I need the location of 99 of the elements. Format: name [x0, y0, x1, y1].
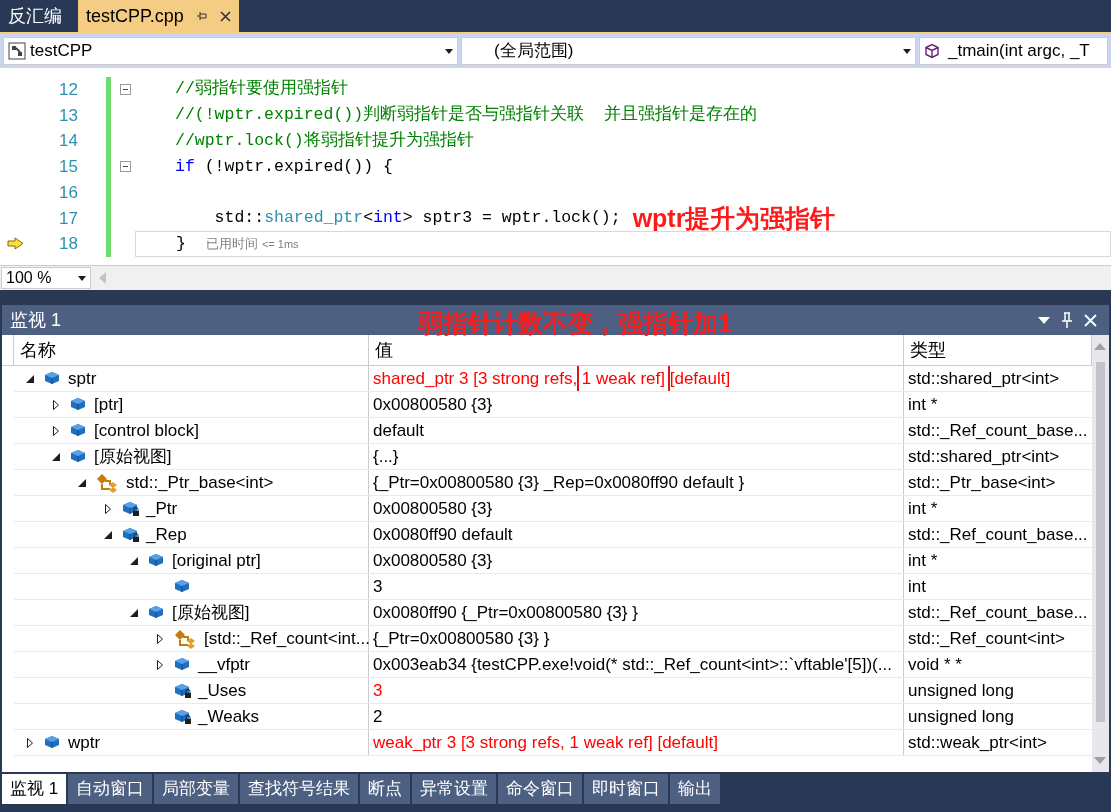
variable-name: std::_Ptr_base<int>	[126, 471, 274, 494]
collapse-box-icon[interactable]	[119, 84, 131, 96]
tool-window-tab[interactable]: 输出	[670, 774, 721, 804]
variable-name: [原始视图]	[94, 445, 172, 468]
variable-value: 0x003eab34 {testCPP.exe!void(* std::_Ref_count<int>::`vftable'[5])(...	[373, 653, 892, 676]
variable-type: unsigned long	[908, 705, 1014, 728]
variable-name: wptr	[68, 731, 101, 754]
variable-type: std::shared_ptr<int>	[908, 367, 1060, 390]
variable-name: _Ptr	[146, 497, 178, 520]
line-number: 12	[58, 79, 78, 102]
tool-window-tab[interactable]: 即时窗口	[584, 774, 669, 804]
zoom-dropdown[interactable]: 100 %	[1, 267, 91, 289]
collapse-triangle-icon[interactable]	[78, 478, 86, 487]
variable-type: void * *	[908, 653, 962, 676]
variable-value: 0x0080ff90 {_Ptr=0x00800580 {3} }	[373, 601, 638, 624]
tool-window-tab[interactable]: 查找符号结果	[240, 774, 359, 804]
tool-window-tab[interactable]: 自动窗口	[68, 774, 153, 804]
dropdown-caret-icon	[445, 48, 453, 54]
variable-type: std::shared_ptr<int>	[908, 445, 1060, 468]
variable-value: {_Ptr=0x00800580 {3} _Rep=0x0080ff90 default }	[373, 471, 745, 494]
variable-value: 3	[373, 679, 383, 702]
member-dropdown[interactable]: _tmain(int argc, _T	[919, 37, 1108, 65]
expand-triangle-icon[interactable]	[157, 633, 163, 644]
variable-value: {_Ptr=0x00800580 {3} }	[373, 627, 550, 650]
line-number: 15	[58, 156, 78, 179]
code-line: } 已用时间 <= 1ms	[176, 232, 299, 255]
collapse-triangle-icon[interactable]	[130, 556, 138, 565]
variable-type: std::_Ref_count_base...	[908, 523, 1088, 546]
variable-name: [control block]	[94, 419, 199, 442]
column-header[interactable]: 名称	[14, 335, 369, 365]
expand-triangle-icon[interactable]	[105, 503, 111, 514]
variable-value: shared_ptr 3 [3 strong refs, 1 weak ref] [default]	[373, 366, 731, 391]
variable-type: int *	[908, 549, 938, 572]
close-icon[interactable]	[219, 10, 231, 22]
variable-value: weak_ptr 3 [3 strong refs, 1 weak ref] [default]	[373, 731, 718, 754]
collapse-triangle-icon[interactable]	[52, 452, 60, 461]
variable-name: _Rep	[146, 523, 187, 546]
dropdown-arrow-icon[interactable]	[1038, 316, 1050, 324]
variable-value: {...}	[373, 445, 399, 468]
variable-type: unsigned long	[908, 679, 1014, 702]
line-number: 14	[58, 130, 78, 153]
scope-dropdown[interactable]: (全局范围)	[461, 37, 916, 65]
collapse-triangle-icon[interactable]	[130, 608, 138, 617]
tool-window-tab[interactable]: 命令窗口	[498, 774, 583, 804]
tool-window-tab[interactable]: 局部变量	[154, 774, 239, 804]
code-line: //(!wptr.expired())判断弱指针是否与强指针关联 并且强指针是存在的	[175, 104, 757, 127]
column-header[interactable]: 类型	[904, 335, 1092, 365]
code-line: std::shared_ptr<int> sptr3 = wptr.lock();	[213, 206, 621, 229]
document-tab[interactable]: 反汇编	[0, 0, 70, 32]
annotation-text: wptr提升为强指针	[632, 202, 836, 234]
line-number: 17	[58, 207, 78, 230]
dropdown-caret-icon	[78, 275, 86, 281]
dropdown-caret-icon	[903, 48, 911, 54]
expand-triangle-icon[interactable]	[53, 399, 59, 410]
expand-triangle-icon[interactable]	[157, 659, 163, 670]
variable-name: sptr	[68, 367, 97, 390]
variable-type: int *	[908, 393, 938, 416]
variable-value: 0x0080ff90 default	[373, 523, 513, 546]
collapse-box-icon[interactable]	[119, 161, 131, 173]
variable-name: _Weaks	[198, 705, 260, 728]
variable-value: default	[373, 419, 425, 442]
code-line: if (!wptr.expired()) {	[175, 155, 393, 178]
line-number: 16	[58, 181, 78, 204]
project-icon	[8, 42, 26, 60]
variable-name: [original ptr]	[172, 549, 261, 572]
variable-name: __vfptr	[198, 653, 250, 676]
column-header[interactable]: 值	[369, 335, 904, 365]
project-dropdown[interactable]: testCPP	[3, 37, 458, 65]
variable-type: std::_Ptr_base<int>	[908, 471, 1056, 494]
code-line: //wptr.lock()将弱指针提升为强指针	[175, 129, 474, 152]
tool-window-tab[interactable]: 监视 1	[2, 774, 67, 804]
variable-type: std::_Ref_count<int>	[908, 627, 1065, 650]
variable-value: 2	[373, 705, 383, 728]
variable-name: [std::_Ref_count<int...	[204, 627, 370, 650]
variable-type: std::_Ref_count_base...	[908, 601, 1088, 624]
variable-value: 0x00800580 {3}	[373, 393, 493, 416]
cube-outline-icon	[924, 43, 940, 59]
line-number: 13	[58, 104, 78, 127]
variable-name: _Uses	[198, 679, 247, 702]
panel-title: 监视 1	[10, 308, 61, 332]
variable-value: 0x00800580 {3}	[373, 549, 493, 572]
tool-window-tab[interactable]: 异常设置	[412, 774, 497, 804]
line-number: 18	[58, 233, 78, 256]
collapse-triangle-icon[interactable]	[104, 530, 112, 539]
variable-type: std::weak_ptr<int>	[908, 731, 1047, 754]
collapse-triangle-icon[interactable]	[26, 374, 34, 383]
variable-name: [ptr]	[94, 393, 124, 416]
expand-triangle-icon[interactable]	[53, 425, 59, 436]
variable-type: int *	[908, 497, 938, 520]
variable-type: std::_Ref_count_base...	[908, 419, 1088, 442]
variable-value: 3	[373, 575, 383, 598]
expand-triangle-icon[interactable]	[27, 737, 33, 748]
pin-icon[interactable]	[195, 10, 208, 22]
variable-name: [原始视图]	[172, 601, 250, 624]
tool-window-tab[interactable]: 断点	[360, 774, 411, 804]
document-tab[interactable]: testCPP.cpp	[78, 0, 239, 32]
code-line: //弱指针要使用强指针	[175, 78, 348, 101]
variable-type: int	[908, 575, 926, 598]
variable-value: 0x00800580 {3}	[373, 497, 493, 520]
